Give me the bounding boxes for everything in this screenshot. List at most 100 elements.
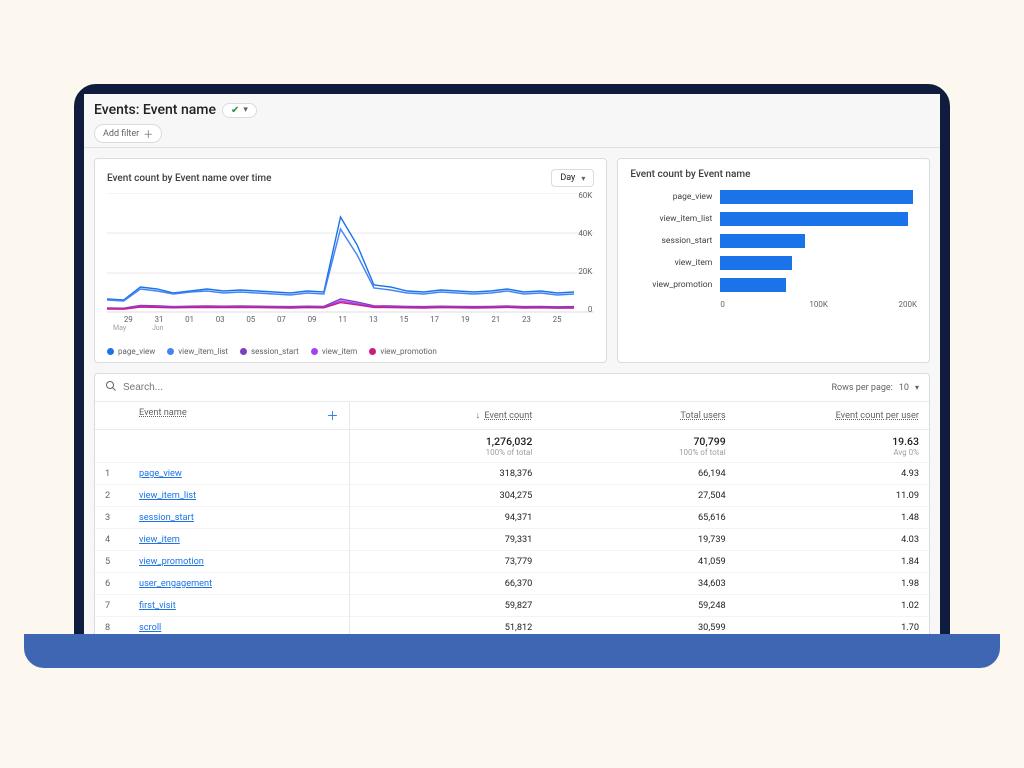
cell-event-name: view_item — [129, 529, 349, 551]
totals-event-count: 1,276,032 — [360, 435, 533, 448]
legend-swatch — [240, 348, 247, 355]
totals-event-count-sub: 100% of total — [360, 448, 533, 457]
cell-event-name: view_promotion — [129, 551, 349, 573]
line-card-header: Event count by Event name over time Day … — [107, 169, 594, 187]
event-name-link[interactable]: session_start — [139, 512, 194, 523]
event-name-link[interactable]: user_engagement — [139, 578, 212, 589]
add-dimension-button[interactable]: ＋ — [326, 407, 338, 424]
legend-item[interactable]: view_promotion — [369, 347, 437, 356]
bar-tick: 100K — [786, 300, 852, 309]
bar-x-axis: 0 100K 200K — [720, 300, 917, 309]
event-name-link[interactable]: first_visit — [139, 600, 176, 611]
bar-fill[interactable] — [720, 256, 792, 270]
rows-per-page[interactable]: Rows per page: 10 ▾ — [831, 383, 919, 393]
event-name-link[interactable]: view_item — [139, 534, 180, 545]
rows-per-page-label: Rows per page: — [831, 383, 892, 393]
cell-per-user: 1.02 — [736, 595, 929, 617]
x-tick: 01 — [174, 315, 205, 324]
search-input[interactable] — [123, 382, 831, 393]
bar-track — [720, 234, 917, 248]
cell-total-users: 30,599 — [542, 617, 735, 635]
totals-total-users-sub: 100% of total — [552, 448, 725, 457]
legend-label: session_start — [251, 347, 299, 356]
cell-event-count: 66,370 — [349, 573, 542, 595]
add-filter-button[interactable]: Add filter ＋ — [94, 124, 162, 143]
granularity-value: Day — [560, 173, 575, 183]
cell-index: 5 — [95, 551, 129, 573]
search-row: Rows per page: 10 ▾ — [95, 374, 929, 402]
bar-row: view_item — [630, 252, 917, 274]
x-tick: 05 — [236, 315, 267, 324]
cell-index: 2 — [95, 485, 129, 507]
bar-fill[interactable] — [720, 190, 912, 204]
event-name-link[interactable]: scroll — [139, 622, 161, 633]
table-row: 8scroll51,81230,5991.70 — [95, 617, 929, 635]
y-tick: 60K — [578, 191, 592, 200]
legend-item[interactable]: view_item_list — [167, 347, 228, 356]
cell-event-name: view_item_list — [129, 485, 349, 507]
cell-event-name: first_visit — [129, 595, 349, 617]
cell-total-users: 19,739 — [542, 529, 735, 551]
x-tick: 11 — [327, 315, 358, 324]
legend-label: view_item_list — [178, 347, 228, 356]
col-per-user[interactable]: Event count per user — [736, 402, 929, 430]
table-card: Rows per page: 10 ▾ Event name ＋ — [94, 373, 930, 634]
caret-icon: ▾ — [243, 105, 248, 115]
bar-label: view_item — [630, 258, 714, 268]
bar-label: session_start — [630, 236, 714, 246]
bar-fill[interactable] — [720, 278, 786, 292]
x-tick: 03 — [205, 315, 236, 324]
col-event-name[interactable]: Event name ＋ — [129, 402, 349, 430]
month-label-2: Jun — [152, 324, 164, 332]
y-tick: 40K — [578, 229, 592, 238]
event-name-link[interactable]: view_item_list — [139, 490, 196, 501]
legend-item[interactable]: view_item — [311, 347, 358, 356]
caret-down-icon: ▾ — [915, 383, 919, 392]
legend-swatch — [311, 348, 318, 355]
granularity-select[interactable]: Day ▾ — [551, 169, 594, 187]
add-filter-label: Add filter — [103, 129, 139, 139]
search-icon — [105, 380, 117, 395]
cell-event-count: 94,371 — [349, 507, 542, 529]
cell-per-user: 1.98 — [736, 573, 929, 595]
cell-event-count: 51,812 — [349, 617, 542, 635]
bar-row: session_start — [630, 230, 917, 252]
table-row: 7first_visit59,82759,2481.02 — [95, 595, 929, 617]
cell-per-user: 1.84 — [736, 551, 929, 573]
bar-chart: page_view view_item_list session_startview… — [630, 186, 917, 296]
totals-row: 1,276,032 100% of total 70,799 100% of t… — [95, 430, 929, 463]
cell-total-users: 59,248 — [542, 595, 735, 617]
plus-icon: ＋ — [143, 126, 153, 141]
bar-fill[interactable] — [720, 234, 805, 248]
cell-per-user: 1.70 — [736, 617, 929, 635]
totals-per-user: 19.63 — [746, 435, 919, 448]
cell-index: 3 — [95, 507, 129, 529]
bar-fill[interactable] — [720, 212, 908, 226]
y-tick: 20K — [578, 267, 592, 276]
line-chart-legend: page_view view_item_list session_start view… — [107, 347, 594, 356]
bar-label: page_view — [630, 192, 714, 202]
legend-item[interactable]: session_start — [240, 347, 299, 356]
check-icon: ✔ — [231, 105, 239, 116]
cell-event-count: 73,779 — [349, 551, 542, 573]
cell-total-users: 66,194 — [542, 463, 735, 485]
col-total-users[interactable]: Total users — [542, 402, 735, 430]
page-title: Events: Event name — [94, 102, 216, 118]
table-header-row: Event name ＋ ↓ Event count Total users E… — [95, 402, 929, 430]
event-name-link[interactable]: page_view — [139, 468, 182, 479]
x-tick: 19 — [450, 315, 481, 324]
cell-index: 1 — [95, 463, 129, 485]
legend-item[interactable]: page_view — [107, 347, 155, 356]
status-chip[interactable]: ✔ ▾ — [222, 103, 257, 118]
col-event-count[interactable]: ↓ Event count — [349, 402, 542, 430]
bar-label: view_item_list — [630, 214, 714, 224]
x-tick: 17 — [419, 315, 450, 324]
laptop-base — [24, 634, 1000, 668]
legend-swatch — [167, 348, 174, 355]
event-name-link[interactable]: view_promotion — [139, 556, 204, 567]
table-row: 3session_start94,37165,6161.48 — [95, 507, 929, 529]
laptop-frame: Events: Event name ✔ ▾ Add filter ＋ Even… — [74, 84, 950, 644]
cell-event-count: 59,827 — [349, 595, 542, 617]
cell-index: 6 — [95, 573, 129, 595]
bar-track — [720, 278, 917, 292]
